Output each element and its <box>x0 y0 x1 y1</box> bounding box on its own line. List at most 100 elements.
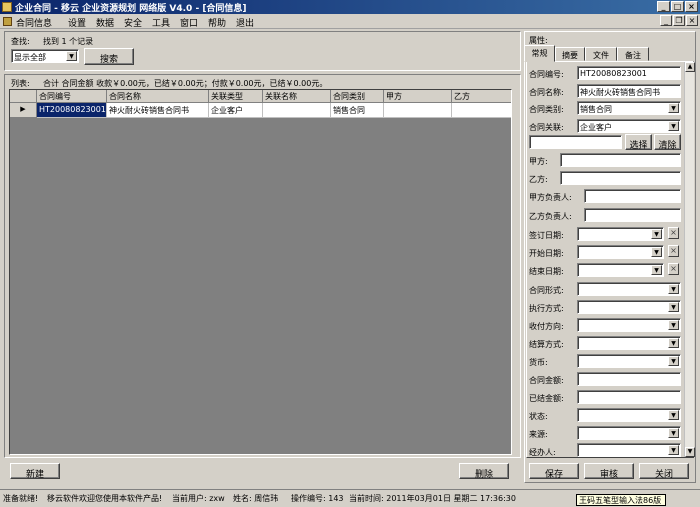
link-name-field[interactable] <box>529 135 622 149</box>
ime-indicator: 王码五笔型输入法86版 <box>576 494 666 506</box>
menu-settings[interactable]: 设置 <box>68 16 86 29</box>
menu-contract-info[interactable]: 合同信息 <box>16 16 52 29</box>
status-ready: 准备就绪! <box>3 494 39 503</box>
party-b-rep-label: 乙方负责人: <box>529 212 572 221</box>
chevron-down-icon[interactable]: ▼ <box>651 265 662 275</box>
party-a-rep-label: 甲方负责人: <box>529 193 572 202</box>
maximize-icon[interactable]: □ <box>671 1 684 12</box>
column-header[interactable]: 合同编号 <box>37 90 107 103</box>
filter-select[interactable]: 显示全部 ▼ <box>11 49 79 63</box>
currency-select[interactable]: ▼ <box>577 354 681 368</box>
table-cell[interactable]: 销售合同 <box>331 103 384 118</box>
party-b-field[interactable] <box>560 171 681 185</box>
search-button[interactable]: 搜索 <box>84 48 134 65</box>
party-a-field[interactable] <box>560 153 681 167</box>
window-title: 企业合同 - 移云 企业资源规划 网络版 V4.0 - [合同信息] <box>15 4 247 14</box>
tab-summary[interactable]: 摘要 <box>555 47 585 61</box>
scroll-down-icon[interactable]: ▼ <box>685 447 695 457</box>
properties-scrollbar[interactable]: ▲ ▼ <box>684 62 695 457</box>
end-date-label: 结束日期: <box>529 267 564 276</box>
exec-method-label: 执行方式: <box>529 304 564 313</box>
column-header[interactable]: 合同类别 <box>331 90 384 103</box>
tab-files[interactable]: 文件 <box>585 47 617 61</box>
source-select[interactable]: ▼ <box>577 426 681 440</box>
save-button-label: 保存 <box>544 470 563 480</box>
app-icon <box>2 2 12 12</box>
chevron-down-icon[interactable]: ▼ <box>668 445 679 455</box>
menu-window[interactable]: 窗口 <box>180 16 198 29</box>
party-a-label: 甲方: <box>529 157 548 166</box>
mdi-close-icon[interactable]: × <box>686 15 698 26</box>
clear-date-icon[interactable]: × <box>668 263 679 275</box>
chevron-down-icon[interactable]: ▼ <box>651 229 662 239</box>
exec-method-select[interactable]: ▼ <box>577 300 681 314</box>
close-button[interactable]: 关闭 <box>639 463 689 480</box>
save-button[interactable]: 保存 <box>529 463 579 480</box>
contract-name-field[interactable]: 神火耐火砖销售合同书 <box>577 84 681 98</box>
chevron-down-icon[interactable]: ▼ <box>66 51 77 61</box>
table-cell[interactable]: 神火耐火砖销售合同书 <box>107 103 209 118</box>
contract-link-select[interactable]: 企业客户 ▼ <box>577 119 681 133</box>
settle-method-select[interactable]: ▼ <box>577 336 681 350</box>
party-b-rep-field[interactable] <box>584 208 681 222</box>
column-header[interactable]: 关联名称 <box>263 90 331 103</box>
handler-select[interactable]: ▼ <box>577 443 681 457</box>
settled-amount-field[interactable] <box>577 390 681 404</box>
review-button-label: 审核 <box>599 470 618 480</box>
pay-direction-select[interactable]: ▼ <box>577 318 681 332</box>
chevron-down-icon[interactable]: ▼ <box>668 121 679 131</box>
menu-data[interactable]: 数据 <box>96 16 114 29</box>
table-cell[interactable] <box>263 103 331 118</box>
chevron-down-icon[interactable]: ▼ <box>668 284 679 294</box>
table-cell[interactable] <box>452 103 511 118</box>
table-cell[interactable]: HT20080823001 <box>37 103 107 118</box>
chevron-down-icon[interactable]: ▼ <box>668 302 679 312</box>
chevron-down-icon[interactable]: ▼ <box>668 320 679 330</box>
amount-field[interactable] <box>577 372 681 386</box>
contract-table[interactable]: 合同编号 合同名称 关联类型 关联名称 合同类别 甲方 乙方 ▶ HT20080… <box>9 89 512 455</box>
new-button[interactable]: 新建 <box>10 463 60 480</box>
chevron-down-icon[interactable]: ▼ <box>668 338 679 348</box>
chevron-down-icon[interactable]: ▼ <box>668 428 679 438</box>
menu-security[interactable]: 安全 <box>124 16 142 29</box>
chevron-down-icon[interactable]: ▼ <box>668 103 679 113</box>
party-b-label: 乙方: <box>529 175 548 184</box>
column-header[interactable]: 合同名称 <box>107 90 209 103</box>
table-cell[interactable] <box>384 103 452 118</box>
chevron-down-icon[interactable]: ▼ <box>651 247 662 257</box>
chevron-down-icon[interactable]: ▼ <box>668 356 679 366</box>
contract-no-field[interactable]: HT20080823001 <box>577 66 681 80</box>
tab-general[interactable]: 常规 <box>524 45 555 62</box>
column-header[interactable]: 甲方 <box>384 90 452 103</box>
delete-button[interactable]: 删除 <box>459 463 509 480</box>
table-cell[interactable]: 企业客户 <box>209 103 263 118</box>
party-a-rep-field[interactable] <box>584 189 681 203</box>
contract-link-label: 合同关联: <box>529 123 564 132</box>
review-button[interactable]: 审核 <box>584 463 634 480</box>
clear-date-icon[interactable]: × <box>668 227 679 239</box>
start-date-picker[interactable]: ▼ <box>577 245 664 259</box>
form-select[interactable]: ▼ <box>577 282 681 296</box>
window-titlebar[interactable]: 企业合同 - 移云 企业资源规划 网络版 V4.0 - [合同信息] _ □ × <box>0 0 700 14</box>
row-pointer-icon[interactable]: ▶ <box>10 103 37 118</box>
close-icon[interactable]: × <box>685 1 698 12</box>
column-header[interactable]: 乙方 <box>452 90 511 103</box>
clear-button[interactable]: 清除 <box>654 134 681 151</box>
tab-notes[interactable]: 备注 <box>617 47 649 61</box>
status-select[interactable]: ▼ <box>577 408 681 422</box>
end-date-picker[interactable]: ▼ <box>577 263 664 277</box>
minimize-icon[interactable]: _ <box>657 1 670 12</box>
select-button[interactable]: 选择 <box>625 134 652 151</box>
document-icon[interactable] <box>3 17 12 26</box>
menu-exit[interactable]: 退出 <box>236 16 254 29</box>
column-header[interactable]: 关联类型 <box>209 90 263 103</box>
menu-help[interactable]: 帮助 <box>208 16 226 29</box>
chevron-down-icon[interactable]: ▼ <box>668 410 679 420</box>
clear-date-icon[interactable]: × <box>668 245 679 257</box>
mdi-restore-icon[interactable]: ❐ <box>673 15 685 26</box>
scroll-up-icon[interactable]: ▲ <box>685 62 695 72</box>
menu-tools[interactable]: 工具 <box>152 16 170 29</box>
contract-type-select[interactable]: 销售合同 ▼ <box>577 101 681 115</box>
mdi-minimize-icon[interactable]: _ <box>660 15 672 26</box>
sign-date-picker[interactable]: ▼ <box>577 227 664 241</box>
